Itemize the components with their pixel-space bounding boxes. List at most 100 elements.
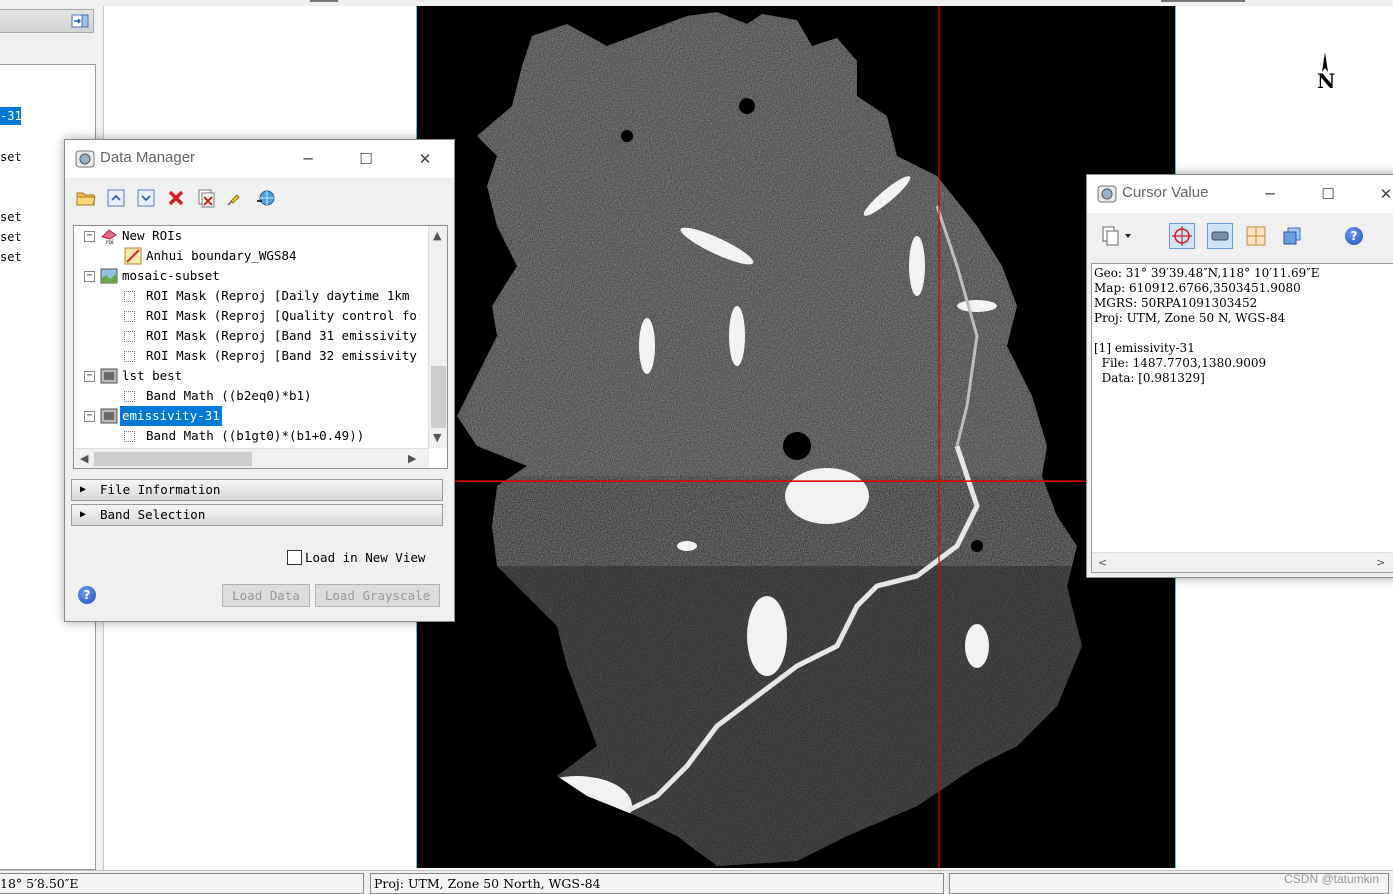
status-proj-field: Proj: UTM, Zone 50 North, WGS-84: [370, 873, 944, 894]
band-checkbox[interactable]: [124, 331, 135, 342]
cursor-value-output: Geo: 31° 39′39.48″N,118° 10′11.69″E Map:…: [1091, 263, 1393, 573]
blank-line: ​: [1094, 326, 1393, 341]
band-checkbox[interactable]: [124, 291, 135, 302]
tree-vertical-scrollbar[interactable]: ▲ ▼: [428, 226, 447, 448]
band-checkbox[interactable]: [124, 351, 135, 362]
geo-line: Geo: 31° 39′39.48″N,118° 10′11.69″E: [1094, 266, 1320, 280]
envi-app-icon: [75, 150, 95, 168]
map-line: Map: 610912.6766,3503451.9080: [1094, 281, 1301, 295]
data-manager-window: Data Manager ─ ☐ ✕ − roi New ROIs Anhui …: [64, 139, 455, 622]
minimize-button[interactable]: ─: [1247, 175, 1293, 213]
layers-icon[interactable]: [1281, 225, 1303, 247]
north-arrow-icon: N: [1317, 52, 1335, 93]
tree-node-band[interactable]: Band Math ((b2eq0)*b1): [80, 386, 420, 406]
copy-dropdown-icon[interactable]: [1099, 225, 1137, 247]
crosshair-icon[interactable]: [1169, 223, 1195, 249]
layer-item[interactable]: set: [0, 248, 22, 266]
close-all-icon[interactable]: [195, 187, 217, 209]
band-checkbox[interactable]: [124, 391, 135, 402]
layer-item[interactable]: set: [0, 228, 22, 246]
layer-item[interactable]: set: [0, 208, 22, 226]
collapse-toggle[interactable]: −: [84, 271, 95, 282]
file-line: File: 1487.7703,1380.9009: [1094, 356, 1267, 370]
scroll-left-icon[interactable]: <: [1098, 556, 1107, 569]
tree-node-band[interactable]: ROI Mask (Reproj [Band 31 emissivity: [80, 326, 420, 346]
cursor-value-window: Cursor Value ─ ☐ ✕ ? Geo: 31° 39′39.48″N…: [1086, 174, 1393, 578]
tree-horizontal-scrollbar[interactable]: ◀ ▶: [74, 448, 429, 468]
envi-app-icon: [1097, 185, 1117, 203]
load-in-new-view-checkbox[interactable]: Load in New View: [287, 550, 425, 565]
pin-icon[interactable]: [223, 187, 245, 209]
proj-line: Proj: UTM, Zone 50 N, WGS-84: [1094, 311, 1286, 325]
band-checkbox[interactable]: [124, 431, 135, 442]
roi-icon: roi: [101, 229, 117, 245]
checkbox-box[interactable]: [287, 550, 302, 565]
tree-node-band[interactable]: ROI Mask (Reproj [Band 32 emissivity: [80, 346, 420, 366]
output-horizontal-scrollbar[interactable]: < >: [1092, 552, 1393, 572]
maximize-button[interactable]: ☐: [343, 140, 389, 178]
data-manager-title: Data Manager: [100, 149, 196, 166]
collapse-up-icon[interactable]: [105, 187, 127, 209]
grid-icon[interactable]: [1245, 225, 1267, 247]
tree-node-emissivity-31[interactable]: − emissivity-31: [80, 406, 420, 426]
load-grayscale-button[interactable]: Load Grayscale: [315, 584, 440, 607]
emissivity-raster[interactable]: [417, 6, 1176, 868]
data-tree: − roi New ROIs Anhui boundary_WGS84 − mo…: [73, 225, 448, 469]
cursor-value-toolbar: ?: [1097, 223, 1377, 249]
scroll-right-icon[interactable]: >: [1376, 556, 1385, 569]
load-data-button[interactable]: Load Data: [222, 584, 310, 607]
layer-item[interactable]: set: [0, 148, 22, 166]
layer-item-selected[interactable]: -31: [0, 107, 21, 125]
section-band-selection[interactable]: ▶ Band Selection: [71, 504, 443, 526]
dock-panel-icon[interactable]: [71, 13, 89, 29]
tree-node-band[interactable]: ROI Mask (Reproj [Quality control fo:: [80, 306, 420, 326]
tree-node-lst-best[interactable]: − lst best: [80, 366, 420, 386]
top-tick: [1161, 0, 1245, 2]
cursor-value-title: Cursor Value: [1122, 184, 1209, 201]
tree-node-new-rois[interactable]: − roi New ROIs: [80, 226, 420, 246]
minimize-button[interactable]: ─: [285, 140, 331, 178]
watermark: CSDN @tatumkin: [1284, 872, 1379, 886]
close-button[interactable]: ✕: [1363, 175, 1393, 213]
link-icon[interactable]: [1207, 223, 1233, 249]
collapse-toggle[interactable]: −: [84, 371, 95, 382]
scroll-thumb[interactable]: [94, 452, 252, 466]
tree-node-band[interactable]: Band Math ((b1gt0)*(b1+0.49)): [80, 426, 420, 446]
globe-link-icon[interactable]: [255, 187, 277, 209]
raster-image[interactable]: [416, 6, 1176, 868]
band-checkbox[interactable]: [124, 311, 135, 322]
collapse-toggle[interactable]: −: [84, 231, 95, 242]
status-bar: 18° 5′8.50″E Proj: UTM, Zone 50 North, W…: [0, 870, 1393, 894]
tree-node-mosaic-subset[interactable]: − mosaic-subset: [80, 266, 420, 286]
raster-color-icon: [100, 268, 118, 284]
tree-node-band[interactable]: ROI Mask (Reproj [Daily daytime 1km: [80, 286, 420, 306]
status-geo-field: 18° 5′8.50″E: [0, 873, 364, 894]
collapse-toggle[interactable]: −: [84, 411, 95, 422]
mgrs-line: MGRS: 50RPA1091303452: [1094, 296, 1258, 310]
raster-gray-icon: [100, 408, 118, 424]
open-folder-icon[interactable]: [75, 187, 97, 209]
expand-down-icon[interactable]: [135, 187, 157, 209]
expand-arrow-icon: ▶: [80, 509, 87, 520]
tree-node-vector[interactable]: Anhui boundary_WGS84: [80, 246, 420, 266]
help-icon[interactable]: ?: [78, 586, 96, 604]
scroll-left-icon[interactable]: ◀: [80, 452, 88, 465]
north-label: N: [1317, 69, 1335, 93]
layer-panel-toolbar: [0, 9, 94, 33]
close-button[interactable]: ✕: [402, 140, 448, 178]
cursor-value-titlebar[interactable]: Cursor Value ─ ☐ ✕: [1087, 175, 1393, 213]
data-manager-titlebar[interactable]: Data Manager ─ ☐ ✕: [65, 140, 454, 178]
svg-text:roi: roi: [106, 239, 114, 245]
scroll-right-icon[interactable]: ▶: [408, 452, 416, 465]
data-line: Data: [0.981329]: [1094, 371, 1205, 385]
help-icon[interactable]: ?: [1345, 227, 1363, 245]
scroll-down-icon[interactable]: ▼: [433, 431, 441, 444]
maximize-button[interactable]: ☐: [1305, 175, 1351, 213]
scroll-up-icon[interactable]: ▲: [433, 229, 441, 242]
remove-icon[interactable]: [165, 187, 187, 209]
raster-gray-icon: [100, 368, 118, 384]
layer-line: [1] emissivity-31: [1094, 341, 1195, 355]
section-file-information[interactable]: ▶ File Information: [71, 479, 443, 501]
scroll-thumb[interactable]: [431, 366, 446, 428]
data-manager-toolbar: [73, 187, 333, 211]
